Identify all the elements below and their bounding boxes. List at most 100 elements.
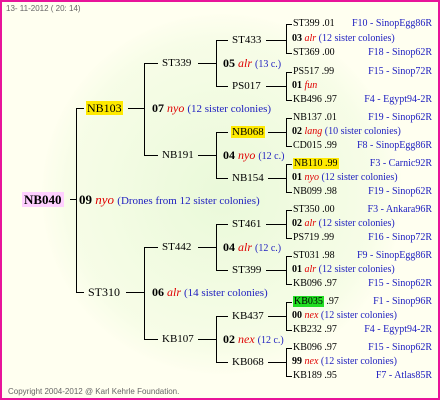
connector [198,247,216,248]
pedigree-ref: F8 - SinopEgg86R [356,140,432,151]
connector [286,348,292,349]
gen1-lineage: 06 alr (14 sister colonies) [152,285,268,299]
connector [216,270,228,271]
pedigree-ref: F7 - Atlas85R [375,370,432,381]
connector [216,224,228,225]
gen1-queen[interactable]: NB103 [86,101,123,115]
connector [286,256,292,257]
pedigree-ref: F3 - Carnic92R [369,158,432,169]
connector [286,118,292,119]
gen3-queen[interactable]: PS017 [232,81,261,92]
gen4-queen[interactable]: KB096 .97 [293,343,337,353]
gen3-queen[interactable]: ST461 [232,219,261,230]
connector [286,238,292,239]
connector [286,100,292,101]
gen4-queen[interactable]: NB137 .01 [293,113,337,123]
connector [216,40,228,41]
connector [286,53,292,54]
gen4-queen[interactable]: KB035 .97 [293,296,339,307]
connector [76,108,84,109]
gen3-queen[interactable]: KB437 [232,311,264,322]
gen2-queen[interactable]: ST339 [162,58,191,69]
connector [216,132,217,178]
gen2-queen[interactable]: ST442 [162,242,191,253]
pedigree-ref: F15 - Sinop72R [368,66,432,77]
connector [286,348,287,376]
connector [198,63,216,64]
pedigree-frame: 13- 11-2012 ( 20: 14) NB040 09 nyo (Dron… [0,0,440,400]
connector [286,164,287,192]
pedigree-ref: F18 - Sinop62R [368,47,432,58]
connector [286,164,292,165]
connector [286,72,287,100]
connector [144,247,145,339]
root-queen-name: NB040 [22,192,64,207]
pedigree-ref: F9 - SinopEgg86R [356,250,432,261]
connector [128,108,144,109]
gen3-queen[interactable]: ST399 [232,265,261,276]
connector [286,256,287,284]
connector [286,302,287,330]
gen4-queen[interactable]: PS517 .99 [293,67,334,77]
connector [144,63,158,64]
gen3-queen[interactable]: NB068 [231,126,265,138]
connector [198,155,216,156]
gen2-queen[interactable]: NB191 [162,150,194,161]
connector [286,146,292,147]
root-queen[interactable]: NB040 [22,192,64,207]
gen4-queen[interactable]: NB110 .99 [293,158,339,169]
gen4-queen[interactable]: ST350 .00 [293,205,335,215]
gen4-queen[interactable]: KB496 .97 [293,95,337,105]
pedigree-ref: F4 - Egypt94-2R [364,324,432,335]
connector [216,86,228,87]
connector [266,270,286,271]
gen4-queen[interactable]: CD015 .99 [293,141,337,151]
connector [216,178,228,179]
gen2-lineage: 02 nex (12 c.) [223,332,284,346]
gen3-queen[interactable]: ST433 [232,35,261,46]
connector [268,132,286,133]
gen4-queen[interactable]: ST031 .98 [293,251,335,261]
gen3-queen[interactable]: KB068 [232,357,264,368]
connector [286,302,292,303]
pedigree-ref: F15 - Sinop62R [368,278,432,289]
gen4-queen[interactable]: PS719 .99 [293,233,334,243]
connector [144,63,145,155]
gen1-queen[interactable]: ST310 [88,286,120,298]
gen2-lineage: 05 alr (13 c.) [223,56,282,70]
connector [144,247,158,248]
gen4-lineage: 02 alr (12 sister colonies) [292,218,395,229]
gen4-queen[interactable]: KB189 .95 [293,371,337,381]
gen1-lineage: 07 nyo (12 sister colonies) [152,101,272,115]
connector [76,292,84,293]
gen2-lineage: 04 nyo (12 c.) [223,148,285,162]
connector [266,40,286,41]
gen4-lineage: 99 nex (12 sister colonies) [292,356,397,367]
connector [266,86,286,87]
gen4-lineage: 00 nex (12 sister colonies) [292,310,397,321]
gen4-queen[interactable]: NB099 .98 [293,187,337,197]
connector [286,210,292,211]
connector [286,192,292,193]
gen4-queen[interactable]: ST369 .00 [293,48,335,58]
connector [286,210,287,238]
connector [286,24,287,53]
connector [268,316,286,317]
gen4-lineage: 01 fun [292,80,318,91]
gen3-queen[interactable]: NB154 [232,173,264,184]
pedigree-ref: F3 - Ankara96R [367,204,432,215]
gen4-lineage: 03 alr (12 sister colonies) [292,33,395,44]
connector [286,284,292,285]
connector [76,108,77,292]
pedigree-ref: F15 - Sinop62R [368,342,432,353]
connector [126,292,144,293]
gen4-queen[interactable]: ST399 .01 [293,19,335,29]
connector [216,316,228,317]
gen4-lineage: 01 nyo (12 sister colonies) [292,172,398,183]
gen2-queen[interactable]: KB107 [162,334,194,345]
connector [216,40,217,86]
gen4-queen[interactable]: KB096 .97 [293,279,337,289]
gen4-queen[interactable]: KB232 .97 [293,325,337,335]
connector [216,316,217,362]
connector [286,72,292,73]
